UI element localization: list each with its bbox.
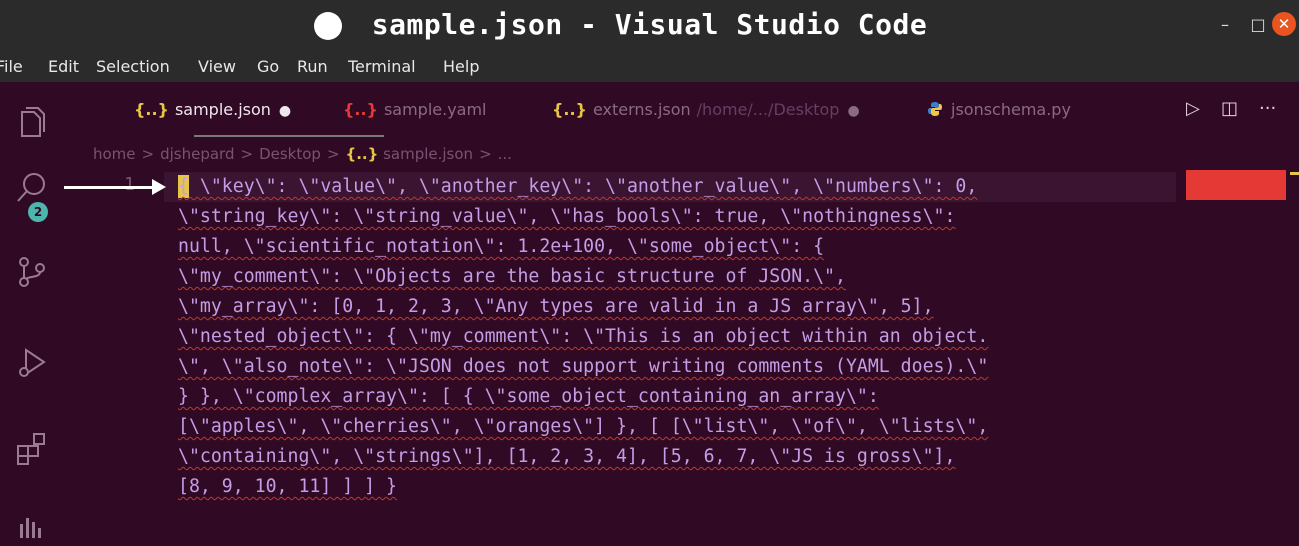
- json-file-icon: {..}: [552, 100, 587, 119]
- minimap-error-marker[interactable]: [1186, 170, 1286, 200]
- menu-go[interactable]: Go: [257, 57, 279, 76]
- run-file-button[interactable]: ▷: [1186, 98, 1200, 119]
- tab-label: jsonschema.py: [951, 100, 1071, 119]
- breadcrumb: home > djshepard > Desktop > {..} sample.json >…: [93, 145, 512, 163]
- menu-selection[interactable]: Selection: [96, 57, 170, 76]
- tab-label: externs.json: [592, 100, 691, 119]
- menu-run[interactable]: Run: [297, 57, 328, 76]
- breadcrumb-desktop[interactable]: Desktop: [259, 145, 321, 163]
- menu-terminal[interactable]: Terminal: [348, 57, 416, 76]
- json-file-icon: {..}: [345, 145, 379, 163]
- tab-sample-json[interactable]: {..} sample.json ●: [134, 100, 291, 119]
- menu-view[interactable]: View: [198, 57, 236, 76]
- minimize-button[interactable]: –: [1214, 14, 1236, 36]
- json-file-icon: {..}: [343, 100, 378, 119]
- split-editor-button[interactable]: ◫: [1221, 98, 1238, 119]
- breadcrumb-symbols[interactable]: ...: [498, 145, 512, 163]
- python-icon: [928, 102, 942, 116]
- close-button[interactable]: ✕: [1272, 12, 1296, 36]
- code-line: null, \"scientific_notation\": 1.2e+100,…: [178, 236, 825, 257]
- code-line: \"nested_object\": { \"my_comment\": \"T…: [178, 326, 989, 347]
- explorer-badge: 2: [28, 202, 48, 222]
- menu-edit[interactable]: Edit: [48, 57, 79, 76]
- source-control-icon[interactable]: [14, 254, 50, 290]
- tab-bar: {..} sample.json ● {..} sample.yaml {..} ext…: [64, 82, 1299, 140]
- code-content[interactable]: { \"key\": \"value\", \"another_key\": \…: [178, 172, 1178, 502]
- json-file-icon: {..}: [134, 100, 169, 119]
- line-number: 1: [124, 174, 135, 195]
- tab-path-hint: /home/.../Desktop: [696, 100, 840, 119]
- tab-externs-json[interactable]: {..} externs.json/home/.../Desktop ●: [552, 100, 860, 119]
- code-line: \"string_key\": \"string_value\", \"has_…: [178, 206, 956, 227]
- breadcrumb-user[interactable]: djshepard: [160, 145, 234, 163]
- explorer-icon[interactable]: [14, 106, 50, 142]
- code-line: } }, \"complex_array\": [ { \"some_objec…: [178, 386, 879, 407]
- annotation-arrow-line: [64, 186, 160, 189]
- code-line: \"my_comment\": \"Objects are the basic …: [178, 266, 846, 287]
- code-line: \"my_array\": [0, 1, 2, 3, \"Any types a…: [178, 296, 934, 317]
- modified-dot-icon: ●: [278, 103, 292, 119]
- more-actions-button[interactable]: ···: [1259, 98, 1276, 119]
- editor[interactable]: 1 { \"key\": \"value\", \"another_key\":…: [64, 170, 1299, 529]
- tab-label: sample.yaml: [383, 100, 487, 119]
- run-debug-icon[interactable]: [14, 344, 50, 380]
- menu-bar: File Edit Selection View Go Run Terminal…: [0, 52, 1299, 82]
- code-line: \", \"also_note\": \"JSON does not suppo…: [178, 356, 989, 377]
- scrollbar-cursor-marker: [1290, 172, 1299, 175]
- modified-dot-icon: ●: [847, 103, 860, 119]
- breadcrumb-home[interactable]: home: [93, 145, 136, 163]
- annotation-arrow-icon: [152, 179, 166, 195]
- activity-bar: 2: [0, 82, 64, 538]
- window-title: sample.json - Visual Studio Code: [371, 8, 928, 41]
- code-line: [8, 9, 10, 11] ] ] }: [178, 476, 397, 497]
- breadcrumb-file[interactable]: sample.json: [383, 145, 473, 163]
- tab-jsonschema-py[interactable]: jsonschema.py: [927, 100, 1071, 119]
- tab-sample-yaml[interactable]: {..} sample.yaml: [343, 100, 487, 119]
- code-line: \"containing\", \"strings\"], [1, 2, 3, …: [178, 446, 956, 467]
- outline-icon[interactable]: [14, 510, 50, 546]
- active-tab-indicator: [194, 135, 384, 137]
- menu-help[interactable]: Help: [443, 57, 479, 76]
- code-line: [\"apples\", \"cherries\", \"oranges\"] …: [178, 416, 989, 437]
- extensions-icon[interactable]: [14, 430, 50, 466]
- menu-file[interactable]: File: [0, 57, 23, 76]
- maximize-button[interactable]: □: [1247, 14, 1269, 36]
- code-line: { \"key\": \"value\", \"another_key\": \…: [178, 176, 978, 197]
- search-icon[interactable]: [14, 170, 50, 206]
- tab-label: sample.json: [174, 100, 271, 119]
- title-bar: sample.json - Visual Studio Code – □ ✕: [0, 0, 1299, 52]
